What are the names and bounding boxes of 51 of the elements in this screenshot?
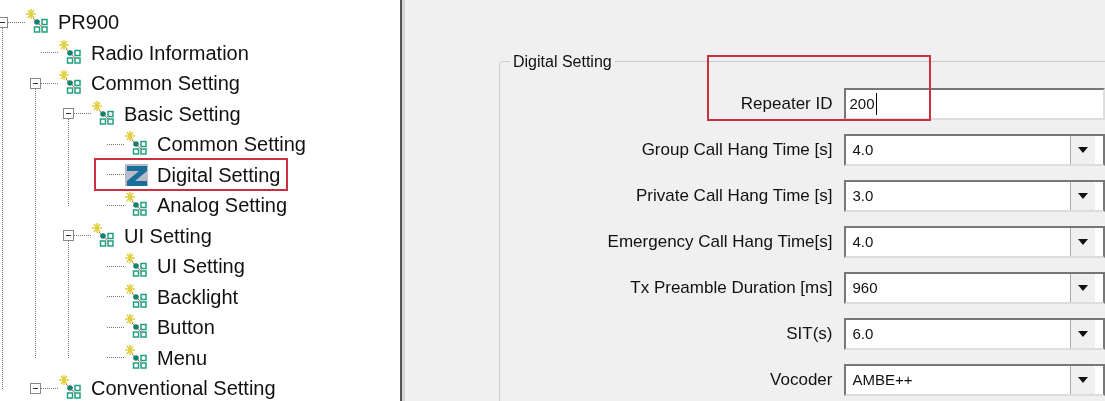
field-label: Private Call Hang Time [s]	[634, 185, 834, 208]
dropdown[interactable]: 6.0	[844, 318, 1105, 350]
network-node-icon	[25, 9, 51, 36]
tree-item[interactable]: Common Setting	[155, 129, 308, 160]
tree-item[interactable]: UI Setting	[122, 220, 214, 251]
collapse-toggle[interactable]	[30, 382, 41, 394]
dropdown-arrow-icon	[1078, 239, 1088, 245]
network-node-icon	[58, 70, 84, 97]
field-label: Repeater ID	[739, 93, 834, 116]
field-label: Emergency Call Hang Time[s]	[606, 231, 834, 254]
network-node-icon	[58, 39, 84, 66]
collapse-toggle[interactable]	[0, 16, 8, 28]
dropdown-arrow-icon	[1078, 193, 1088, 199]
dropdown-arrow-icon	[1078, 147, 1088, 153]
field-label: Group Call Hang Time [s]	[640, 139, 834, 162]
collapse-toggle[interactable]	[30, 77, 41, 89]
dropdown[interactable]: AMBE++	[844, 364, 1105, 396]
dropdown[interactable]: 4.0	[844, 134, 1105, 166]
dropdown[interactable]: 3.0	[844, 180, 1105, 212]
network-node-icon	[124, 314, 150, 341]
network-node-icon	[124, 253, 150, 280]
tree-item[interactable]: Basic Setting	[122, 98, 243, 129]
dropdown-arrow-icon	[1078, 285, 1088, 291]
tree-item[interactable]: Digital Setting	[155, 159, 283, 190]
tree-item[interactable]: Common Setting	[89, 68, 242, 99]
field-label: Vocoder	[769, 369, 834, 392]
tree-item[interactable]: UI Setting	[155, 251, 247, 282]
dropdown-arrow-icon	[1078, 331, 1088, 337]
tree-item[interactable]: Menu	[155, 342, 210, 373]
input-field[interactable]: 200	[844, 88, 1105, 120]
network-node-icon	[91, 100, 117, 127]
dropdown[interactable]: 4.0	[844, 226, 1105, 258]
tree-item[interactable]: Radio Information	[89, 37, 251, 68]
network-node-icon	[91, 222, 117, 249]
network-node-icon	[124, 131, 150, 158]
network-node-icon	[124, 344, 150, 371]
collapse-toggle[interactable]	[63, 108, 74, 120]
network-node-icon	[124, 283, 150, 310]
tree-item[interactable]: Conventional Setting	[89, 373, 278, 401]
collapse-toggle[interactable]	[63, 230, 74, 242]
dropdown-arrow-icon	[1078, 377, 1088, 383]
network-node-icon	[58, 375, 84, 401]
tree-item[interactable]: Analog Setting	[155, 190, 290, 221]
dropdown[interactable]: 960	[844, 272, 1105, 304]
z-logo-icon	[124, 161, 150, 188]
tree-item[interactable]: PR900	[56, 7, 122, 38]
field-label: SIT(s)	[785, 323, 834, 346]
field-label: Tx Preamble Duration [ms]	[629, 277, 834, 300]
tree-item[interactable]: Button	[155, 312, 217, 343]
tree-item[interactable]: Backlight	[155, 281, 241, 312]
network-node-icon	[124, 192, 150, 219]
